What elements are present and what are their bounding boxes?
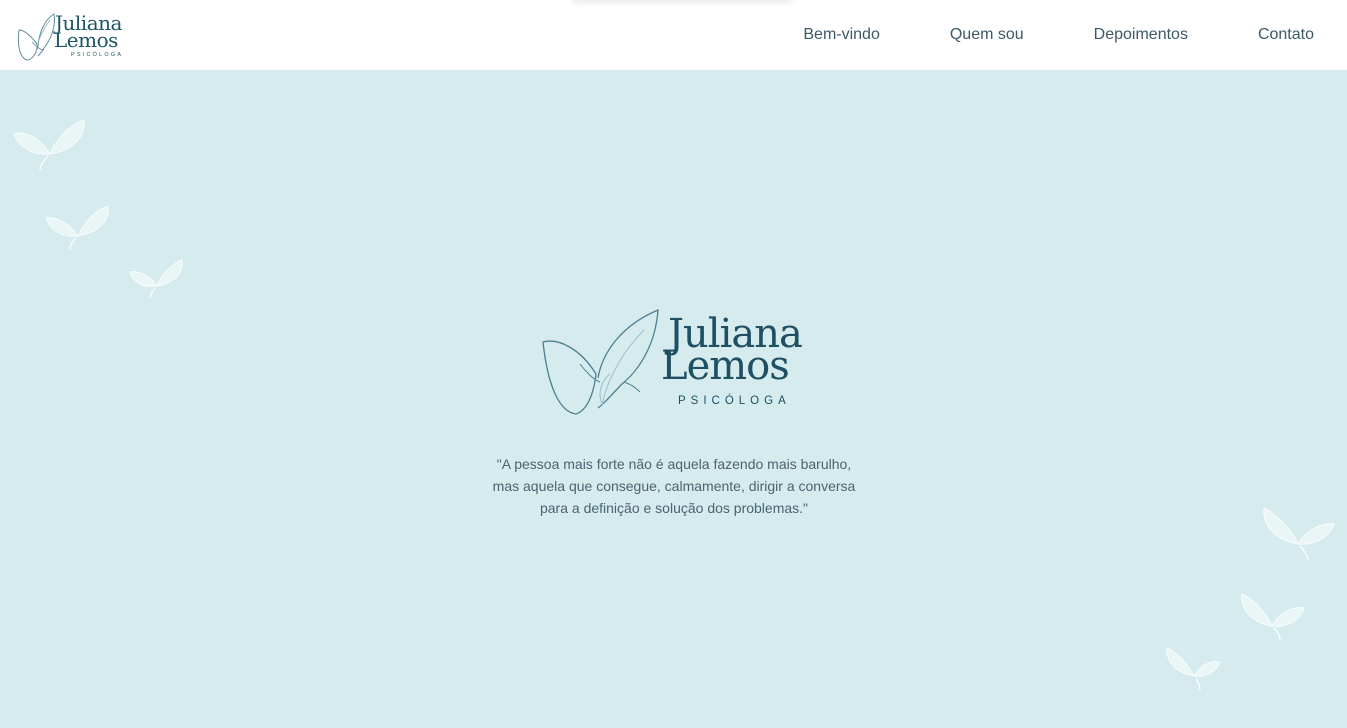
nav-link-contato[interactable]: Contato [1258, 27, 1314, 43]
hero-quote: "A pessoa mais forte não é aquela fazend… [474, 453, 874, 519]
quote-line: mas aquela que consegue, calmamente, dir… [492, 478, 856, 494]
hero-section: Juliana Lemos PSICÓLOGA "A pessoa mais f… [0, 70, 1347, 728]
brand-subtitle: PSICÓLOGA [71, 52, 124, 58]
quote-line: para a definição e solução dos problemas… [539, 500, 809, 516]
site-header: Juliana Lemos PSICÓLOGA Bem-vindo Quem s… [0, 0, 1347, 70]
butterfly-icon [45, 205, 109, 251]
butterfly-icon [542, 308, 659, 415]
butterfly-icon [13, 119, 85, 171]
nav-link-bem-vindo[interactable]: Bem-vindo [803, 27, 879, 43]
brand-logo-link[interactable]: Juliana Lemos PSICÓLOGA [14, 8, 126, 64]
butterfly-icon [1241, 593, 1305, 641]
butterfly-icon [129, 259, 183, 299]
hero-logo: Juliana Lemos PSICÓLOGA [540, 308, 810, 416]
butterfly-icon [1263, 507, 1335, 561]
nav-link-depoimentos[interactable]: Depoimentos [1094, 27, 1188, 43]
main-nav: Bem-vindo Quem sou Depoimentos Contato [803, 0, 1314, 70]
logo-subtitle: PSICÓLOGA [678, 395, 791, 407]
quote-line: "A pessoa mais forte não é aquela fazend… [496, 456, 852, 472]
butterfly-icon [1166, 647, 1221, 691]
nav-link-quem-sou[interactable]: Quem sou [950, 27, 1024, 43]
brand-name-last: Lemos [54, 28, 118, 52]
logo-name-last: Lemos [661, 343, 790, 389]
